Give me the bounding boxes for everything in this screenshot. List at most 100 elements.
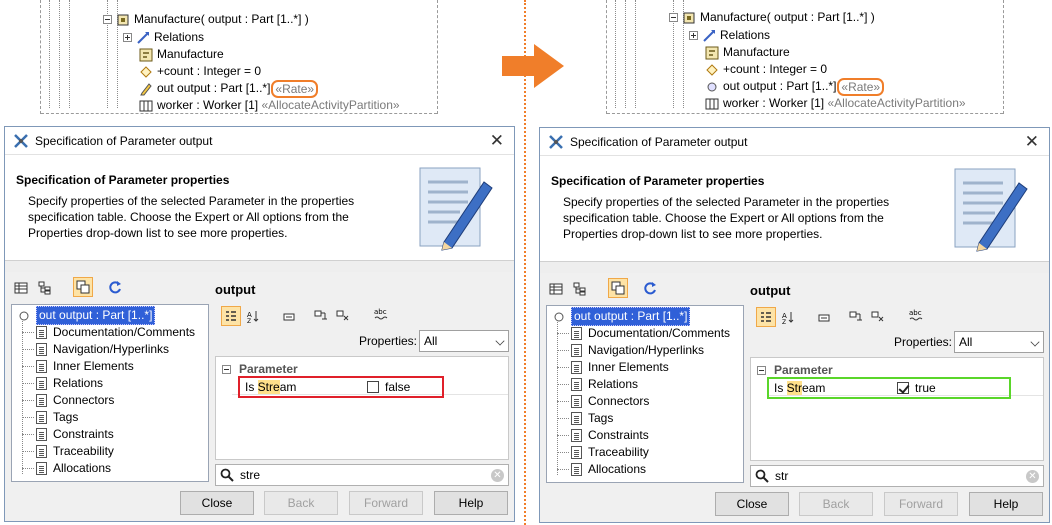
nav-item-traceability[interactable]: Traceability xyxy=(571,444,649,461)
copy-view-button[interactable] xyxy=(608,278,628,298)
nav-item-output[interactable]: out output : Part [1..*] xyxy=(18,306,156,325)
collapse-icon[interactable] xyxy=(669,13,678,22)
nav-item-relations[interactable]: Relations xyxy=(36,375,103,392)
page-icon xyxy=(36,377,47,390)
property-value: true xyxy=(915,381,936,395)
categorized-icon[interactable] xyxy=(756,307,776,327)
collapse-all-icon[interactable] xyxy=(279,307,299,327)
tree-item-output[interactable]: out output : Part [1..*] «Rate» xyxy=(705,77,885,96)
clear-search-icon[interactable]: ✕ xyxy=(491,469,504,482)
tree-item-operation[interactable]: Manufacture( output : Part [1..*] ) xyxy=(103,11,309,28)
expand-icon[interactable] xyxy=(689,31,698,40)
list-view-button[interactable] xyxy=(546,279,566,299)
nav-item-navigation[interactable]: Navigation/Hyperlinks xyxy=(571,342,704,359)
tree-item-operation[interactable]: Manufacture( output : Part [1..*] ) xyxy=(669,9,875,26)
collapse-icon[interactable] xyxy=(222,364,231,374)
nav-item-constraints[interactable]: Constraints xyxy=(571,427,649,444)
list-view-button[interactable] xyxy=(11,278,31,298)
spell-check-icon[interactable]: abc xyxy=(906,305,926,325)
nav-item-tags[interactable]: Tags xyxy=(36,409,78,426)
is-stream-checkbox[interactable] xyxy=(897,382,909,394)
help-button[interactable]: Help xyxy=(434,491,508,515)
nav-item-constraints[interactable]: Constraints xyxy=(36,426,114,443)
nav-item-inner-elements[interactable]: Inner Elements xyxy=(36,358,134,375)
tree-item-count[interactable]: +count : Integer = 0 xyxy=(705,61,827,78)
rate-stereotype-highlight: «Rate» xyxy=(271,79,319,98)
sort-alphabetical-icon[interactable]: AZ xyxy=(243,306,263,326)
property-value: false xyxy=(385,380,411,394)
refresh-icon[interactable] xyxy=(105,277,125,297)
sort-alphabetical-icon[interactable]: AZ xyxy=(778,307,798,327)
refresh-icon[interactable] xyxy=(640,278,660,298)
search-field[interactable]: stre ✕ xyxy=(215,464,509,486)
nav-item-connectors[interactable]: Connectors xyxy=(36,392,114,409)
help-button[interactable]: Help xyxy=(969,492,1043,516)
relations-icon xyxy=(703,29,715,42)
forward-button[interactable]: Forward xyxy=(349,491,423,515)
close-icon[interactable]: ✕ xyxy=(490,131,504,151)
app-logo-icon xyxy=(14,133,28,148)
page-icon xyxy=(571,327,582,340)
tree-item-output[interactable]: out output : Part [1..*] «Rate» xyxy=(139,79,319,98)
close-icon[interactable]: ✕ xyxy=(1025,132,1039,152)
dialog-header: Specification of Parameter properties Sp… xyxy=(540,157,1049,261)
parameter-icon xyxy=(707,82,717,91)
nav-item-allocations[interactable]: Allocations xyxy=(36,460,111,477)
nav-item-output[interactable]: out output : Part [1..*] xyxy=(553,307,691,326)
nav-item-connectors[interactable]: Connectors xyxy=(571,393,649,410)
copy-view-button[interactable] xyxy=(73,277,93,297)
search-input[interactable]: stre xyxy=(240,468,260,482)
arrow-right-icon xyxy=(502,44,564,88)
properties-dropdown[interactable]: All xyxy=(419,330,509,352)
collapse-all-icon[interactable] xyxy=(814,308,834,328)
close-button[interactable]: Close xyxy=(180,491,254,515)
nav-item-documentation[interactable]: Documentation/Comments xyxy=(571,325,730,342)
document-pencil-icon xyxy=(954,168,1028,252)
is-stream-row[interactable]: Is Stream true xyxy=(767,377,1011,399)
collapse-icon[interactable] xyxy=(103,15,112,24)
is-stream-row[interactable]: Is Stream false xyxy=(238,376,444,398)
nav-item-tags[interactable]: Tags xyxy=(571,410,613,427)
group-header[interactable]: Parameter xyxy=(222,361,298,377)
back-button[interactable]: Back xyxy=(264,491,338,515)
tree-view-button[interactable] xyxy=(35,278,55,298)
tree-item-relations[interactable]: Relations xyxy=(689,27,770,44)
tree-item-manufacture[interactable]: Manufacture xyxy=(139,46,224,63)
nav-item-navigation[interactable]: Navigation/Hyperlinks xyxy=(36,341,169,358)
page-icon xyxy=(36,428,47,441)
search-input[interactable]: str xyxy=(775,469,788,483)
dialog-titlebar[interactable]: Specification of Parameter output ✕ xyxy=(5,127,514,155)
expand-properties-icon[interactable] xyxy=(846,307,866,327)
nav-item-allocations[interactable]: Allocations xyxy=(571,461,646,478)
nav-item-relations[interactable]: Relations xyxy=(571,376,638,393)
tree-item-relations[interactable]: Relations xyxy=(123,29,204,46)
nav-item-traceability[interactable]: Traceability xyxy=(36,443,114,460)
group-header[interactable]: Parameter xyxy=(757,362,833,378)
filter-properties-icon[interactable] xyxy=(868,307,888,327)
clear-search-icon[interactable]: ✕ xyxy=(1026,470,1039,483)
is-stream-checkbox[interactable] xyxy=(367,381,379,393)
close-button[interactable]: Close xyxy=(715,492,789,516)
chevron-down-icon xyxy=(495,336,505,346)
categorized-icon[interactable] xyxy=(221,306,241,326)
tree-view-button[interactable] xyxy=(570,279,590,299)
tree-item-count[interactable]: +count : Integer = 0 xyxy=(139,63,261,80)
spell-check-icon[interactable]: abc xyxy=(371,304,391,324)
nav-item-inner-elements[interactable]: Inner Elements xyxy=(571,359,669,376)
activity-icon xyxy=(139,48,153,61)
properties-dropdown[interactable]: All xyxy=(954,331,1044,353)
back-button[interactable]: Back xyxy=(799,492,873,516)
page-icon xyxy=(36,343,47,356)
dialog-heading: Specification of Parameter properties xyxy=(16,173,230,187)
expand-properties-icon[interactable] xyxy=(311,306,331,326)
forward-button[interactable]: Forward xyxy=(884,492,958,516)
tree-item-manufacture[interactable]: Manufacture xyxy=(705,44,790,61)
nav-item-documentation[interactable]: Documentation/Comments xyxy=(36,324,195,341)
panel-title: output xyxy=(215,282,256,297)
filter-properties-icon[interactable] xyxy=(333,306,353,326)
collapse-icon[interactable] xyxy=(757,365,766,375)
search-field[interactable]: str ✕ xyxy=(750,465,1044,487)
dialog-titlebar[interactable]: Specification of Parameter output ✕ xyxy=(540,128,1049,156)
expand-icon[interactable] xyxy=(123,33,132,42)
svg-text:abc: abc xyxy=(909,309,922,317)
